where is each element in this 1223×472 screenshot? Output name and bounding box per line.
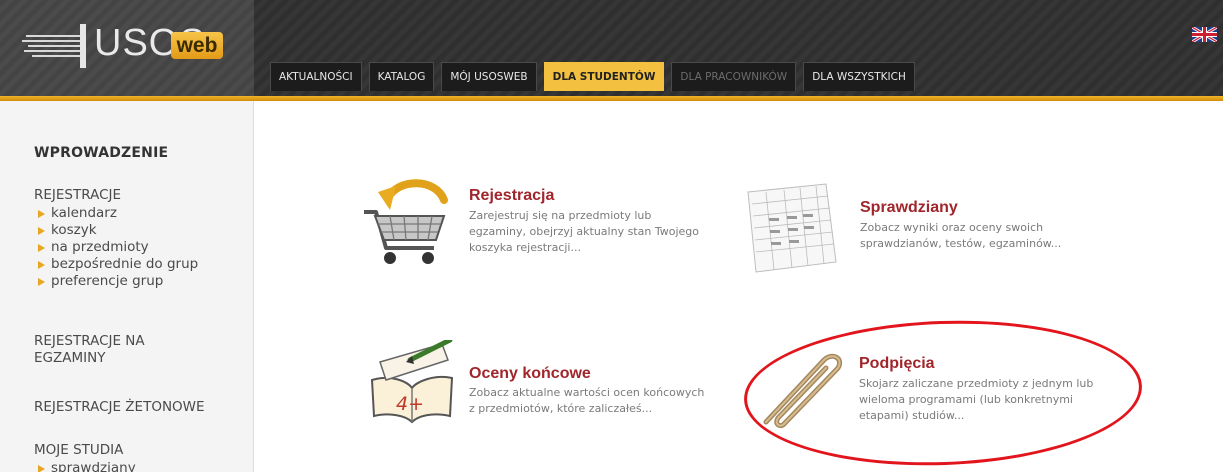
sidebar-item-sprawdziany[interactable]: sprawdziany xyxy=(38,460,136,472)
tab-moj-usosweb[interactable]: MÓJ USOSWEB xyxy=(441,62,537,91)
tab-aktualnosci[interactable]: AKTUALNOŚCI xyxy=(270,62,362,91)
bullet-arrow-icon xyxy=(38,260,45,269)
sidebar-section-moje-studia[interactable]: MOJE STUDIA xyxy=(34,442,123,459)
tab-katalog[interactable]: KATALOG xyxy=(368,62,435,91)
tab-dla-pracownikow: DLA PRACOWNIKÓW xyxy=(671,62,797,91)
sidebar-item-bezposrednie-do-grup[interactable]: bezpośrednie do grup xyxy=(38,256,198,273)
rejestracja-link[interactable]: Rejestracja xyxy=(469,187,554,205)
sidebar-item-kalendarz[interactable]: kalendarz xyxy=(38,205,117,222)
sidebar-item-na-przedmioty[interactable]: na przedmioty xyxy=(38,239,149,256)
sidebar-section-rejestracje[interactable]: REJESTRACJE xyxy=(34,187,121,204)
header-bar: USOS web AKTUALNOŚCI KATALOG MÓJ USOSWEB… xyxy=(0,0,1223,96)
bullet-arrow-icon xyxy=(38,226,45,235)
uk-flag-icon[interactable] xyxy=(1192,27,1217,42)
sidebar-section-rejestracje-na-egzaminy[interactable]: REJESTRACJE NA EGZAMINY xyxy=(34,333,145,367)
spreadsheet-icon[interactable] xyxy=(742,182,842,274)
main-nav-tabs: AKTUALNOŚCI KATALOG MÓJ USOSWEB DLA STUD… xyxy=(270,62,915,91)
bullet-arrow-icon xyxy=(38,277,45,286)
bullet-arrow-icon xyxy=(38,243,45,252)
sidebar: WPROWADZENIE REJESTRACJE kalendarz koszy… xyxy=(0,101,254,472)
sprawdziany-description: Zobacz wyniki oraz oceny swoich sprawdzi… xyxy=(860,221,1062,250)
rejestracja-description: Zarejestruj się na przedmioty lub egzami… xyxy=(469,209,699,254)
gradebook-icon[interactable]: 4+ xyxy=(366,340,458,424)
red-highlight-ellipse xyxy=(741,314,1145,472)
bullet-arrow-icon xyxy=(38,464,45,472)
bullet-arrow-icon xyxy=(38,209,45,218)
logo-badge: web xyxy=(171,32,223,59)
sidebar-item-koszyk[interactable]: koszyk xyxy=(38,222,97,239)
sidebar-section-rejestracje-zetonowe[interactable]: REJESTRACJE ŻETONOWE xyxy=(34,399,205,416)
sidebar-item-preferencje-grup[interactable]: preferencje grup xyxy=(38,273,163,290)
oceny-koncowe-link[interactable]: Oceny końcowe xyxy=(469,365,591,383)
logo[interactable]: USOS web xyxy=(0,0,254,96)
sidebar-heading-wprowadzenie[interactable]: WPROWADZENIE xyxy=(34,145,168,161)
logo-lines-icon xyxy=(22,24,86,68)
sprawdziany-link[interactable]: Sprawdziany xyxy=(860,199,958,217)
tab-dla-studentow[interactable]: DLA STUDENTÓW xyxy=(543,62,665,91)
shopping-cart-icon[interactable] xyxy=(358,178,458,268)
tab-dla-wszystkich[interactable]: DLA WSZYSTKICH xyxy=(803,62,915,91)
grade-label: 4+ xyxy=(396,393,424,415)
oceny-koncowe-description: Zobacz aktualne wartości ocen końcowych … xyxy=(469,386,705,415)
